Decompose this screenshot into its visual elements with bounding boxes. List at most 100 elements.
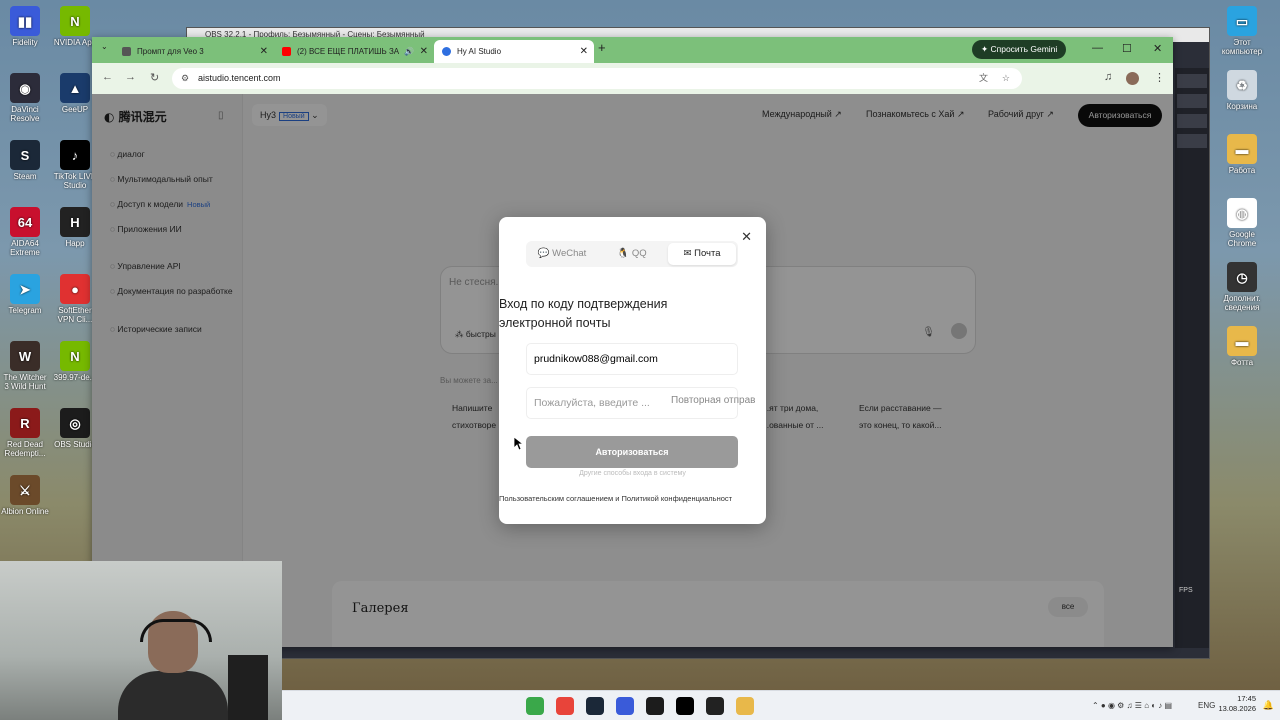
desktop-icons-right: ▭ Этот компьютер ♻ Корзина ▬ Работа ◍ Google Ch… [1212,0,1280,560]
steam-app-icon[interactable] [586,697,604,715]
toolbar: ← → ↻ ⚙ aistudio.tencent.com 文 ☆ ♫ ⋮ [92,63,1173,95]
clock[interactable]: 17:45 13.08.2026 [1218,694,1256,714]
chair [228,655,268,720]
close-icon[interactable]: ✕ [741,229,752,245]
tab-email[interactable]: ✉ Почта [668,243,736,265]
tab-hy-ai-studio[interactable]: Hy AI Studio ✕ [434,40,594,63]
desktop-icon-label: AIDA64 Extreme [10,239,40,257]
clock-time: 17:45 [1237,694,1256,703]
desktop-icon-label: Steam [13,172,37,181]
profile-avatar[interactable] [1126,72,1139,85]
desktop-icon[interactable]: ▮▮ Fidelity [1,6,49,47]
app-icon: ▬ [1227,326,1257,356]
fidelity-app-icon[interactable] [616,697,634,715]
app-icon: ♻ [1227,70,1257,100]
desktop-icon-label: Работа [1228,166,1256,175]
app-icon: S [10,140,40,170]
wechat-icon: 💬 [537,248,550,259]
chrome-app-icon[interactable] [556,697,574,715]
desktop-icon-label: Google Chrome [1227,230,1257,248]
modal-title: Вход по коду подтверждения электронной п… [499,297,668,330]
bookmark-star-icon[interactable]: ☆ [1002,68,1010,89]
obs-fps: FPS [1179,587,1193,594]
submit-login-button[interactable]: Авторизоваться [526,436,738,468]
reload-button[interactable]: ↻ [150,71,159,84]
desktop-icon-label: Fidelity [12,38,38,47]
close-icon[interactable]: ✕ [420,40,428,63]
media-icon[interactable]: ♫ [1104,71,1112,83]
refresh-app-icon[interactable] [526,697,544,715]
desktop-icon[interactable]: W The Witcher 3 Wild Hunt [1,341,49,391]
tab-label: (2) ВСЕ ЕЩЕ ПЛАТИШЬ ЗА [297,47,400,56]
desktop-icon[interactable]: ♻ Корзина [1214,70,1270,111]
notification-bell-icon[interactable]: 🔔 [1263,700,1274,711]
other-login-methods[interactable]: Другие способы входа в систему [499,470,766,477]
email-field[interactable]: prudnikow088@gmail.com [526,343,738,375]
explorer-app-icon[interactable] [736,697,754,715]
desktop-icon[interactable]: ⚔ Albion Online [1,475,49,516]
desktop-icon[interactable]: ▭ Этот компьютер [1214,6,1270,56]
tab-veo-prompt[interactable]: Промпт для Veo 3 ✕ [114,40,274,63]
user-agreement-link[interactable]: Пользовательским соглашением [499,494,613,503]
site-info-icon[interactable]: ⚙ [181,68,189,89]
app-icon: ◍ [1227,198,1257,228]
privacy-policy-link[interactable]: Политикой конфиденциальност [622,494,733,503]
ask-gemini-button[interactable]: ✦ Спросить Gemini [972,40,1067,59]
menu-icon[interactable]: ⋮ [1154,71,1165,84]
happ-app-icon[interactable] [706,697,724,715]
address-bar[interactable]: ⚙ aistudio.tencent.com 文 ☆ [172,68,1022,89]
tab-youtube[interactable]: (2) ВСЕ ЕЩЕ ПЛАТИШЬ ЗА 🔊 ✕ [274,40,434,63]
desktop-icon[interactable]: ➤ Telegram [1,274,49,315]
taskbar: ⌃ ● ◉ ⚙ ♫ ☰ ⌂ ◐ ♪ ▤ ENG 17:45 13.08.2026 … [282,690,1280,720]
url-text: aistudio.tencent.com [198,73,281,83]
app-icon: N [60,6,90,36]
app-icon: ⚔ [10,475,40,505]
tab-qq[interactable]: 🐧 QQ [598,243,666,265]
desktop-icon[interactable]: 64 AIDA64 Extreme [1,207,49,257]
person-body [118,671,228,720]
desktop-icon-label: DaVinci Resolve [10,105,40,123]
hy-favicon-icon [442,47,451,56]
translate-icon[interactable]: 文 [979,68,988,89]
app-icon: ➤ [10,274,40,304]
login-modal: ✕ 💬 WeChat 🐧 QQ ✉ Почта Вход по коду под… [499,217,766,524]
desktop-icon-label: The Witcher 3 Wild Hunt [3,373,47,391]
desktop-icon[interactable]: ◉ DaVinci Resolve [1,73,49,123]
forward-button[interactable]: → [125,71,136,83]
new-tab-button[interactable]: + [598,40,606,55]
desktop-icon[interactable]: R Red Dead Redempti... [1,408,49,458]
minimize-button[interactable]: — [1092,42,1103,54]
close-window-button[interactable]: ✕ [1153,42,1162,55]
app-icon: ▮▮ [10,6,40,36]
desktop-icon[interactable]: ◍ Google Chrome [1214,198,1270,248]
tab-label: Hy AI Studio [457,47,502,56]
tab-favicon-icon [122,47,131,56]
tray-icons[interactable]: ⌃ ● ◉ ⚙ ♫ ☰ ⌂ ◐ ♪ ▤ [1092,701,1172,710]
tab-label: Почта [694,248,721,259]
obs-app-icon[interactable] [646,697,664,715]
speaker-icon[interactable]: 🔊 [404,40,414,63]
code-placeholder: Пожалуйста, введите ... [534,397,650,409]
desktop-icon[interactable]: ◷ Дополнит. сведения [1214,262,1270,312]
maximize-button[interactable]: ☐ [1122,42,1132,55]
resend-code-button[interactable]: Повторная отправ [671,395,755,406]
language-indicator[interactable]: ENG [1198,701,1215,710]
desktop-icon[interactable]: ▬ Работа [1214,134,1270,175]
webcam-overlay [0,561,282,720]
desktop-icon-label: Red Dead Redempti... [4,440,46,458]
desktop-icon[interactable]: S Steam [1,140,49,181]
app-icon: ◷ [1227,262,1257,292]
close-icon[interactable]: ✕ [260,40,268,63]
tab-search-icon[interactable]: ⌄ [101,42,108,51]
tab-wechat[interactable]: 💬 WeChat [528,243,596,265]
app-icon: ◎ [60,408,90,438]
app-icon: H [60,207,90,237]
close-icon[interactable]: ✕ [580,40,588,63]
qq-icon: 🐧 [617,248,630,259]
tiktok-app-icon[interactable] [676,697,694,715]
tab-label: QQ [631,248,647,259]
agreement-text: Пользовательским соглашением и Политикой… [499,494,732,503]
tab-strip: ⌄ Промпт для Veo 3 ✕ (2) ВСЕ ЕЩЕ ПЛАТИШЬ… [92,37,1173,63]
desktop-icon[interactable]: ▬ Фотта [1214,326,1270,367]
back-button[interactable]: ← [102,71,113,83]
